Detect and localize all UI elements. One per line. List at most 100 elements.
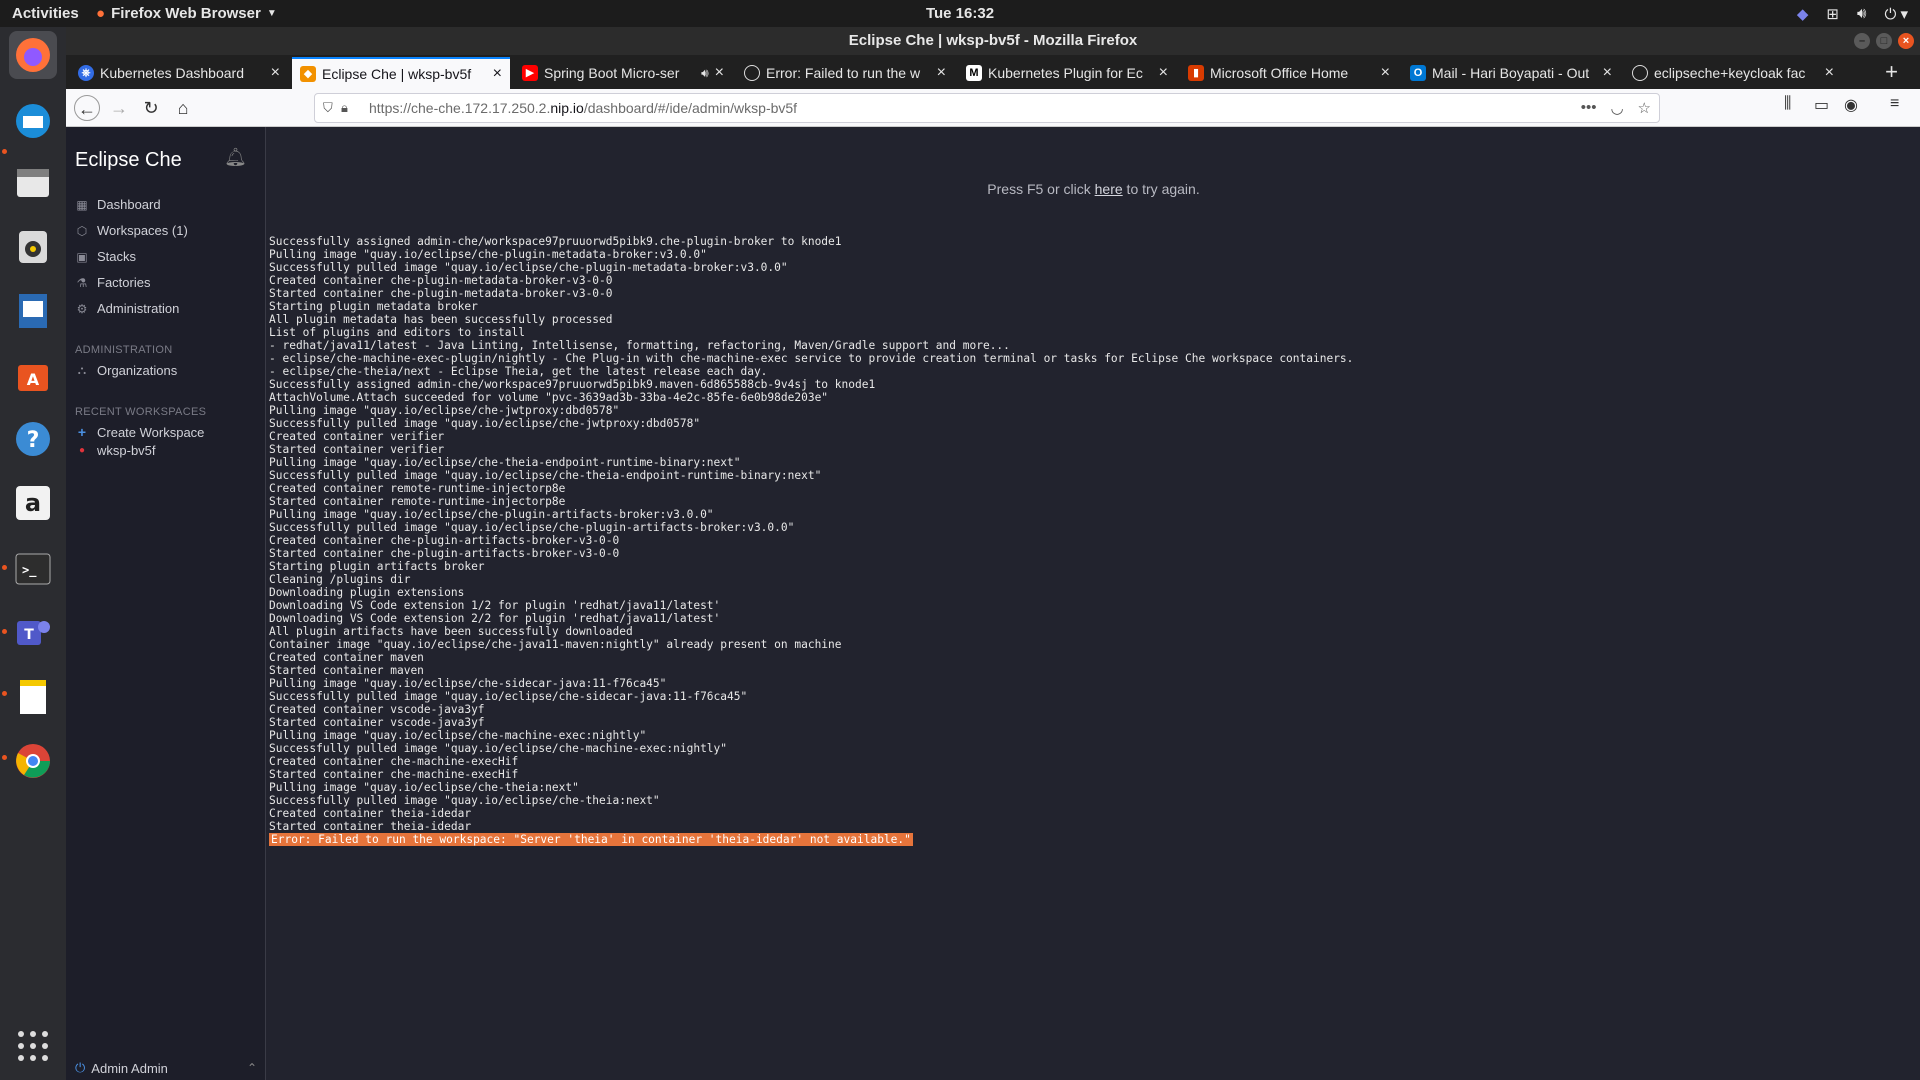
tab-eclipse-che[interactable]: ◆ Eclipse Che | wksp-bv5f ×	[292, 57, 510, 89]
tab-spring-boot[interactable]: ▶ Spring Boot Micro-ser 🔊︎ ×	[514, 57, 732, 89]
firefox-icon	[16, 38, 50, 72]
log-line: Pulling image "quay.io/eclipse/che-theia…	[269, 456, 741, 469]
tracking-protection-icon[interactable]: ⛉	[323, 100, 341, 116]
app-menu[interactable]: ● Firefox Web Browser ▼	[96, 5, 277, 22]
network-icon[interactable]: ⊞	[1826, 5, 1839, 23]
activities-button[interactable]: Activities	[0, 5, 96, 22]
user-menu[interactable]: ⏻ Admin Admin ⌃	[75, 1060, 257, 1076]
close-tab-icon[interactable]: ×	[937, 64, 946, 82]
log-line: Started container maven	[269, 664, 424, 677]
log-line: Downloading plugin extensions	[269, 586, 465, 599]
tab-outlook-mail[interactable]: O Mail - Hari Boyapati - Out ×	[1402, 57, 1620, 89]
grid-icon	[18, 1031, 48, 1061]
log-line: Created container theia-idedar	[269, 807, 472, 820]
help-dock-icon[interactable]: ?	[9, 415, 57, 463]
show-applications-button[interactable]	[9, 1022, 57, 1070]
files-icon	[17, 169, 49, 197]
dashboard-icon: ▦	[76, 197, 88, 212]
recent-workspace-wksp-bv5f[interactable]: ● wksp-bv5f	[75, 443, 156, 458]
nav-label: wksp-bv5f	[97, 443, 156, 458]
tab-office-home[interactable]: ▮ Microsoft Office Home ×	[1180, 57, 1398, 89]
bookmark-star-icon[interactable]: ☆	[1638, 99, 1651, 117]
running-indicator	[2, 149, 7, 154]
close-tab-icon[interactable]: ×	[1825, 64, 1834, 82]
rhythmbox-icon	[19, 231, 47, 263]
minimize-button[interactable]: –	[1854, 33, 1870, 49]
github-icon	[744, 65, 760, 81]
tab-label: Eclipse Che | wksp-bv5f	[322, 66, 472, 82]
tab-medium-kubernetes-plugin[interactable]: M Kubernetes Plugin for Ec ×	[958, 57, 1176, 89]
account-icon[interactable]: ◉	[1844, 95, 1858, 115]
power-icon[interactable]: ⏻ ▾	[1884, 5, 1908, 23]
log-line: Pulling image "quay.io/eclipse/che-plugi…	[269, 248, 707, 261]
amazon-dock-icon[interactable]: a	[9, 479, 57, 527]
page-actions-icon[interactable]: •••	[1581, 99, 1597, 117]
page-content: Eclipse Che 🔔︎ ▦ Dashboard ⬡ Workspaces …	[66, 127, 1920, 1080]
text-editor-icon	[20, 680, 46, 714]
close-tab-icon[interactable]: ×	[1159, 64, 1168, 82]
bell-icon[interactable]: 🔔︎	[224, 147, 247, 168]
text-editor-dock-icon[interactable]	[9, 673, 57, 721]
nav-stacks[interactable]: ▣ Stacks	[75, 249, 136, 264]
back-button[interactable]: ←	[74, 95, 100, 121]
volume-icon[interactable]: 🔊︎	[1857, 5, 1866, 22]
log-line: Started container vscode-java3yf	[269, 716, 485, 729]
url-bar[interactable]: ⛉ 🔒︎ https://che-che.172.17.250.2.nip.io…	[314, 93, 1660, 123]
library-icon[interactable]: ⫼	[1784, 95, 1791, 113]
clock[interactable]: Tue 16:32	[0, 5, 1920, 22]
tab-kubernetes-dashboard[interactable]: ⎈ Kubernetes Dashboard ×	[70, 57, 288, 89]
system-tray[interactable]: ◆ ⊞ 🔊︎ ⏻ ▾	[1797, 0, 1908, 27]
hamburger-menu-icon[interactable]: ≡	[1890, 95, 1899, 113]
nav-administration[interactable]: ⚙ Administration	[75, 301, 180, 316]
nav-workspaces[interactable]: ⬡ Workspaces (1)	[75, 223, 188, 238]
files-dock-icon[interactable]	[9, 159, 57, 207]
chrome-dock-icon[interactable]	[9, 737, 57, 785]
software-center-dock-icon[interactable]: A	[9, 351, 57, 399]
close-tab-icon[interactable]: ×	[715, 64, 724, 82]
firefox-icon: ●	[96, 5, 106, 22]
nav-factories[interactable]: ⚗ Factories	[75, 275, 151, 290]
tab-github-error[interactable]: Error: Failed to run the w ×	[736, 57, 954, 89]
new-tab-button[interactable]: +	[1885, 59, 1898, 85]
close-tab-icon[interactable]: ×	[493, 65, 502, 83]
nav-dashboard[interactable]: ▦ Dashboard	[75, 197, 160, 212]
retry-link[interactable]: here	[1095, 181, 1123, 197]
sidebar-toggle-icon[interactable]: ▭	[1814, 95, 1829, 115]
close-tab-icon[interactable]: ×	[1603, 64, 1612, 82]
close-tab-icon[interactable]: ×	[1381, 64, 1390, 82]
thunderbird-dock-icon[interactable]	[9, 97, 57, 145]
firefox-dock-icon[interactable]	[9, 31, 57, 79]
ubuntu-dock: A ? a >_ T	[0, 27, 66, 1080]
app-menu-label: Firefox Web Browser	[111, 5, 261, 22]
close-window-button[interactable]: ×	[1898, 33, 1914, 49]
che-sidebar: Eclipse Che 🔔︎ ▦ Dashboard ⬡ Workspaces …	[66, 127, 266, 1080]
tab-label: Error: Failed to run the w	[766, 65, 921, 81]
writer-dock-icon[interactable]	[9, 287, 57, 335]
home-button[interactable]: ⌂	[170, 95, 196, 121]
lock-icon[interactable]: 🔒︎	[341, 100, 363, 116]
pocket-icon[interactable]: ◡	[1610, 99, 1623, 117]
log-line: Started container che-machine-execHif	[269, 768, 519, 781]
audio-playing-icon[interactable]: 🔊︎	[701, 66, 709, 81]
rhythmbox-dock-icon[interactable]	[9, 223, 57, 271]
url-domain: nip.io	[550, 100, 584, 116]
url-text[interactable]: https://che-che.172.17.250.2.nip.io/dash…	[369, 100, 797, 116]
nav-label: Organizations	[97, 363, 178, 378]
create-workspace-link[interactable]: + Create Workspace	[75, 424, 205, 440]
log-line: Started container che-plugin-metadata-br…	[269, 287, 613, 300]
terminal-dock-icon[interactable]: >_	[9, 545, 57, 593]
nav-organizations[interactable]: ⛬ Organizations	[75, 363, 177, 378]
teams-tray-icon[interactable]: ◆	[1797, 5, 1809, 23]
thunderbird-icon	[16, 104, 50, 138]
log-line: Successfully pulled image "quay.io/eclip…	[269, 261, 788, 274]
log-line: Pulling image "quay.io/eclipse/che-sidec…	[269, 677, 667, 690]
recent-workspaces-section-title: RECENT WORKSPACES	[75, 406, 207, 418]
teams-dock-icon[interactable]: T	[9, 609, 57, 657]
tab-github-keycloak[interactable]: eclipseche+keycloak fac ×	[1624, 57, 1842, 89]
che-brand[interactable]: Eclipse Che	[75, 149, 182, 172]
url-actions: ••• ◡ ☆	[1581, 99, 1651, 117]
close-tab-icon[interactable]: ×	[271, 64, 280, 82]
maximize-button[interactable]: □	[1876, 33, 1892, 49]
forward-button[interactable]: →	[106, 95, 132, 121]
reload-button[interactable]: ↻	[138, 95, 164, 121]
